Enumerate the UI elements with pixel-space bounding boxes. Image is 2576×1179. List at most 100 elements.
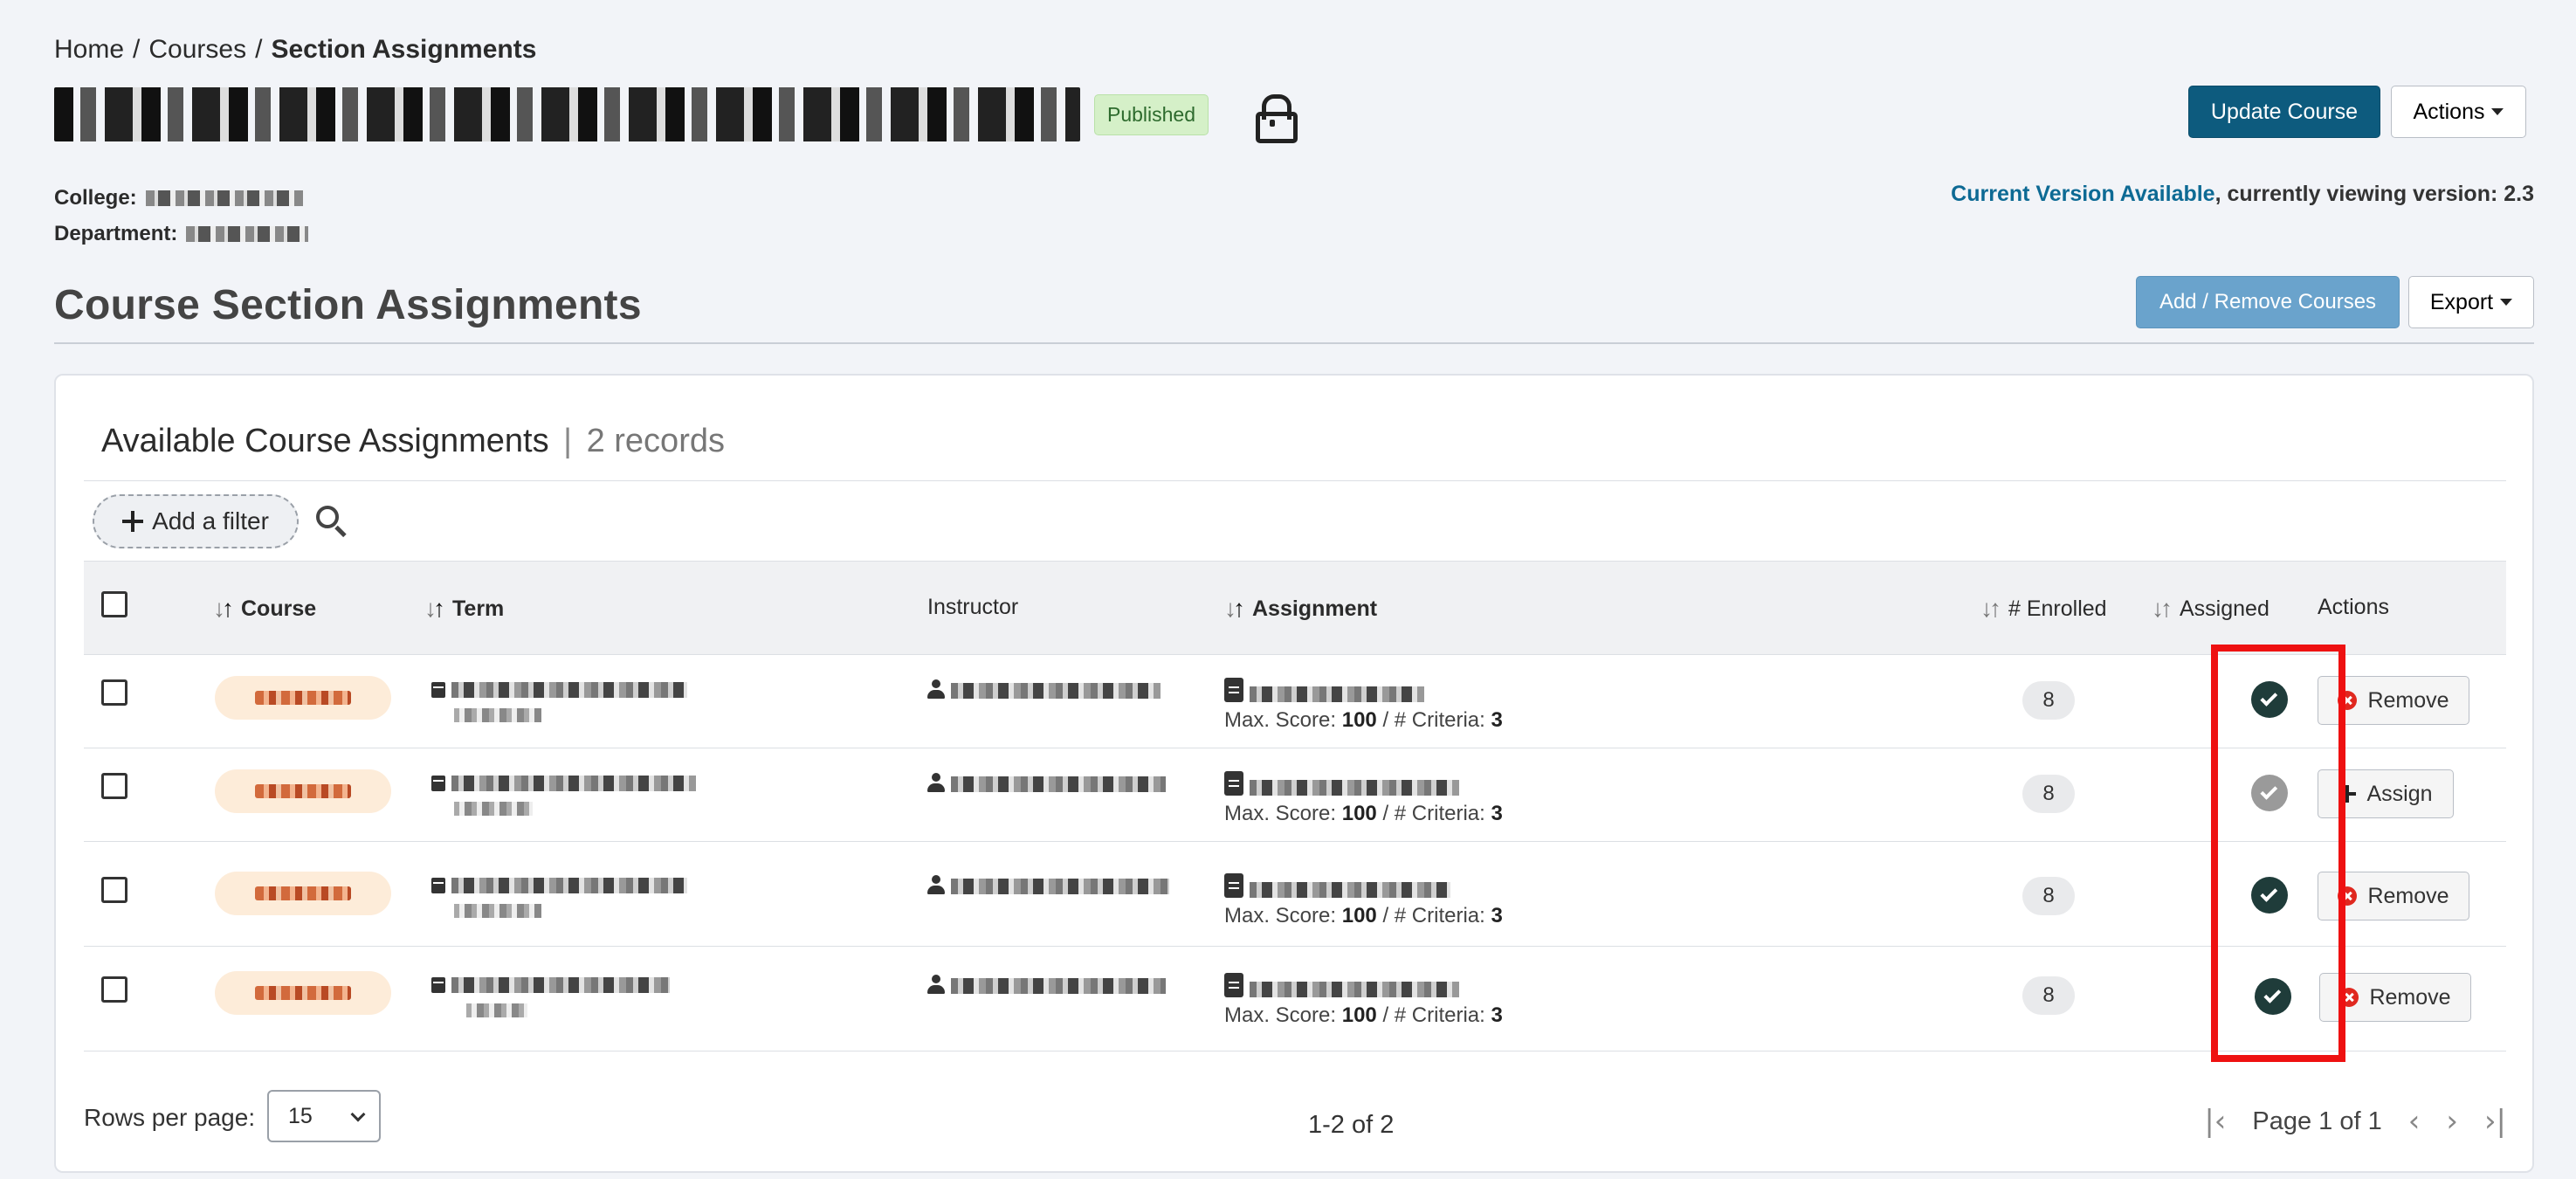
breadcrumb-home[interactable]: Home: [54, 35, 124, 65]
assignments-table: ↓↑ Course ↓↑ Term Instructor ↓↑ Assignment …: [84, 561, 2506, 1051]
enrolled-count: 8: [2022, 877, 2075, 915]
instructor-redacted: [950, 683, 1161, 699]
college-label: College:: [54, 186, 137, 210]
course-code-redacted: [255, 886, 351, 900]
column-instructor-label: Instructor: [927, 595, 1019, 619]
x-circle-icon: [2338, 886, 2358, 906]
table-header: ↓↑ Course ↓↑ Term Instructor ↓↑ Assignment …: [84, 561, 2506, 655]
page-title: Course Section Assignments: [54, 282, 642, 328]
breadcrumb-courses[interactable]: Courses: [148, 35, 246, 65]
remove-button[interactable]: Remove: [2319, 973, 2471, 1022]
remove-button-label: Remove: [2369, 984, 2451, 1010]
assign-button[interactable]: Assign: [2318, 769, 2454, 818]
person-icon: [927, 773, 945, 792]
column-term[interactable]: ↓↑ Term: [424, 595, 504, 623]
plus-icon: [122, 511, 144, 532]
course-pill[interactable]: [215, 676, 391, 720]
row-checkbox[interactable]: [101, 877, 127, 903]
chevron-down-icon: [350, 1107, 366, 1122]
update-course-button[interactable]: Update Course: [2188, 86, 2380, 138]
column-actions-label: Actions: [2318, 595, 2389, 619]
row-checkbox[interactable]: [101, 679, 127, 706]
column-assigned[interactable]: ↓↑ Assigned: [2152, 595, 2269, 623]
actions-dropdown-button[interactable]: Actions: [2391, 86, 2526, 138]
add-remove-courses-button[interactable]: Add / Remove Courses: [2136, 276, 2400, 328]
current-version-link[interactable]: Current Version Available: [1951, 182, 2214, 206]
course-code-redacted: [255, 691, 351, 705]
criteria-label: / # Criteria:: [1382, 802, 1485, 825]
max-score-value: 100: [1341, 1003, 1377, 1027]
score-line: Max. Score: 100 / # Criteria: 3: [1224, 708, 1503, 733]
max-score-label: Max. Score:: [1224, 802, 1337, 825]
caret-down-icon: [2491, 108, 2504, 115]
select-all-checkbox[interactable]: [101, 591, 127, 617]
assignment-name-redacted: [1249, 982, 1459, 997]
term-redacted: [451, 878, 687, 893]
actions-button-label: Actions: [2413, 99, 2485, 124]
plus-icon: [2338, 785, 2357, 803]
calendar-icon: [431, 682, 445, 698]
add-filter-button[interactable]: Add a filter: [93, 494, 299, 548]
first-page-icon[interactable]: |‹: [2204, 1104, 2226, 1139]
college-value-redacted: [145, 190, 303, 206]
rows-per-page-value: 15: [288, 1103, 313, 1128]
last-page-icon[interactable]: ›|: [2484, 1104, 2506, 1139]
record-range: 1-2 of 2: [1308, 1111, 1395, 1139]
course-meta: College: Department:: [54, 180, 309, 252]
prev-page-icon[interactable]: ‹: [2408, 1104, 2421, 1139]
score-line: Max. Score: 100 / # Criteria: 3: [1224, 802, 1503, 826]
criteria-label: / # Criteria:: [1382, 1003, 1485, 1027]
column-assigned-label: Assigned: [2180, 596, 2269, 621]
column-enrolled[interactable]: ↓↑ # Enrolled: [1980, 595, 2107, 623]
rows-per-page-select[interactable]: 15: [267, 1090, 381, 1142]
max-score-value: 100: [1341, 904, 1377, 927]
clipboard-icon: [1224, 771, 1243, 796]
column-course[interactable]: ↓↑ Course: [213, 595, 316, 623]
add-filter-label: Add a filter: [152, 507, 269, 534]
assignment-name-redacted: [1249, 686, 1424, 702]
column-assignment[interactable]: ↓↑ Assignment: [1224, 595, 1377, 623]
check-circle-icon: [2251, 877, 2288, 914]
instructor-redacted: [950, 879, 1169, 894]
table-row: Max. Score: 100 / # Criteria: 3 8 Remove: [84, 655, 2506, 748]
assignment-name-redacted: [1249, 780, 1459, 796]
next-page-icon[interactable]: ›: [2446, 1104, 2458, 1139]
column-actions: Actions: [2318, 595, 2389, 620]
check-circle-icon: [2251, 775, 2288, 811]
column-assignment-label: Assignment: [1252, 596, 1378, 621]
export-dropdown-button[interactable]: Export: [2408, 276, 2534, 328]
remove-button[interactable]: Remove: [2318, 872, 2469, 920]
calendar-icon: [431, 776, 445, 791]
course-pill[interactable]: [215, 872, 391, 915]
max-score-label: Max. Score:: [1224, 904, 1337, 927]
term-redacted: [451, 977, 670, 993]
course-pill[interactable]: [215, 971, 391, 1015]
term-redacted-line2: [466, 1003, 527, 1017]
person-icon: [927, 875, 945, 894]
remove-button[interactable]: Remove: [2318, 676, 2469, 725]
department-value-redacted: [186, 225, 309, 242]
column-instructor: Instructor: [927, 595, 1018, 620]
search-icon[interactable]: [314, 504, 349, 539]
clipboard-icon: [1224, 973, 1243, 997]
criteria-value: 3: [1491, 708, 1503, 732]
row-checkbox[interactable]: [101, 773, 127, 799]
column-term-label: Term: [452, 596, 505, 621]
criteria-value: 3: [1491, 802, 1503, 825]
export-button-label: Export: [2429, 289, 2494, 314]
divider: [54, 342, 2534, 344]
sort-icon: ↓↑: [1224, 595, 1245, 622]
score-line: Max. Score: 100 / # Criteria: 3: [1224, 1003, 1503, 1028]
course-pill[interactable]: [215, 769, 391, 813]
course-code-redacted: [255, 784, 351, 798]
divider: [84, 480, 2506, 481]
breadcrumb: Home / Courses / Section Assignments: [54, 35, 536, 65]
record-count: 2 records: [586, 423, 725, 459]
column-course-label: Course: [241, 596, 317, 621]
row-checkbox[interactable]: [101, 976, 127, 1003]
person-icon: [927, 975, 945, 994]
page-indicator: Page 1 of 1: [2252, 1107, 2382, 1135]
enrolled-count: 8: [2022, 976, 2075, 1015]
sort-icon: ↓↑: [2152, 595, 2173, 622]
assignments-card: Available Course Assignments | 2 records…: [54, 374, 2534, 1173]
